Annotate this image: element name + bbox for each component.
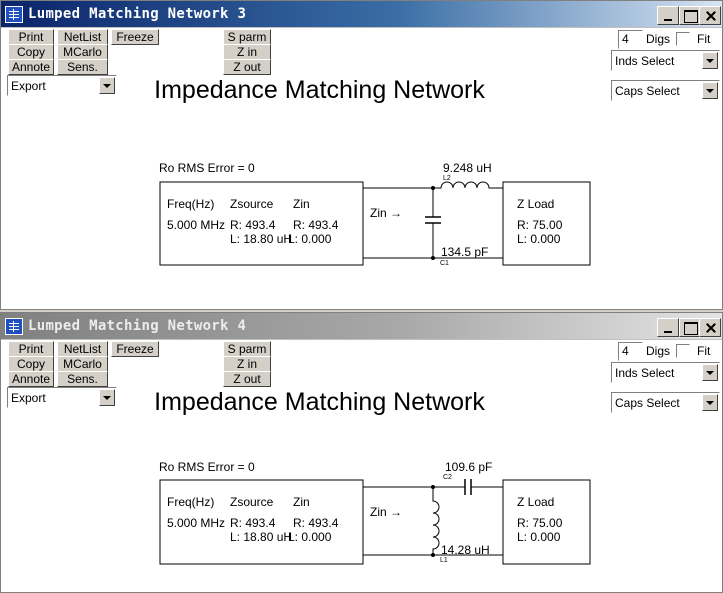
shunt-component-ref: C1	[440, 260, 449, 267]
load-inductance: L: 0.000	[517, 530, 561, 544]
zsource-inductance: L: 18.80 uH	[230, 530, 293, 544]
load-inductance: L: 0.000	[517, 232, 561, 246]
zin-inductance: L: 0.000	[288, 232, 332, 246]
matching-network-window-4: Lumped Matching Network 4 Print NetList …	[0, 312, 723, 593]
zsource-inductance: L: 18.80 uH	[230, 232, 293, 246]
load-resistance: R: 75.00	[517, 516, 563, 530]
schematic-drawing	[159, 479, 591, 565]
zin-resistance: R: 493.4	[293, 218, 339, 232]
frequency-value: 5.000 MHz	[167, 218, 226, 232]
zin-header: Zin	[293, 495, 310, 509]
load-resistance: R: 75.00	[517, 218, 563, 232]
freq-header: Freq(Hz)	[167, 197, 215, 211]
series-component-ref: L2	[443, 175, 451, 182]
shunt-component-value: 134.5 pF	[441, 245, 489, 259]
zin-header: Zin	[293, 197, 310, 211]
zsource-resistance: R: 493.4	[230, 218, 276, 232]
zin-arrow-label: Zin →	[370, 505, 403, 519]
shunt-component-ref: L1	[440, 557, 448, 564]
zin-resistance: R: 493.4	[293, 516, 339, 530]
zsource-header: Zsource	[230, 197, 274, 211]
freq-header: Freq(Hz)	[167, 495, 215, 509]
zin-arrow-label: Zin →	[370, 206, 403, 220]
shunt-component-value: 14.28 uH	[441, 543, 490, 557]
series-component-value: 109.6 pF	[445, 460, 493, 474]
schematic-drawing	[159, 181, 591, 266]
frequency-value: 5.000 MHz	[167, 516, 226, 530]
load-title: Z Load	[517, 197, 555, 211]
series-component-ref: C2	[443, 474, 452, 481]
load-title: Z Load	[517, 495, 555, 509]
inductor-coil	[432, 487, 440, 555]
inductor-coil	[433, 181, 491, 189]
zin-inductance: L: 0.000	[288, 530, 332, 544]
zsource-resistance: R: 493.4	[230, 516, 276, 530]
series-component-value: 9.248 uH	[443, 161, 492, 175]
zsource-header: Zsource	[230, 495, 274, 509]
matching-network-window-3: Lumped Matching Network 3 Print NetList …	[0, 0, 723, 310]
